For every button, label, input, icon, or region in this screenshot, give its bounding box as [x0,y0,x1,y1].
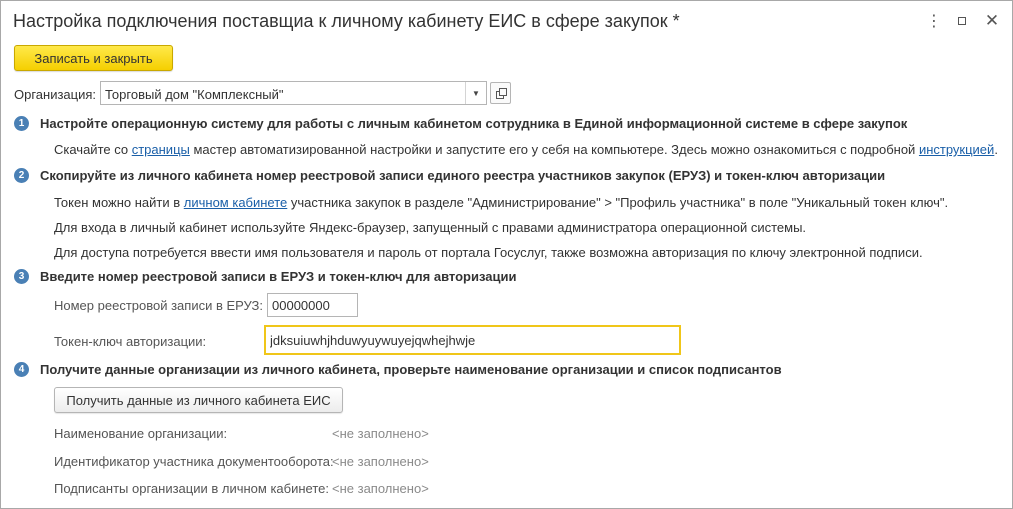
eruz-number-label: Номер реестровой записи в ЕРУЗ: [54,298,263,313]
window-title: Настройка подключения поставщиа к личном… [13,11,680,31]
signers-value[interactable]: <не заполнено> [332,481,429,496]
step-3-title: Введите номер реестровой записи в ЕРУЗ и… [40,269,517,284]
step-1-text-part: . [994,142,998,157]
more-icon[interactable]: ⋮ [923,10,945,32]
step-3-badge: 3 [14,269,29,284]
chevron-down-icon[interactable]: ▼ [465,82,486,104]
step-4-badge: 4 [14,362,29,377]
instruction-link[interactable]: инструкцией [919,142,994,157]
step-1-badge: 1 [14,116,29,131]
participant-id-value[interactable]: <не заполнено> [332,454,429,469]
step-2-text-part: Токен можно найти в [54,195,184,210]
close-icon[interactable]: ✕ [981,10,1003,32]
organization-value: Торговый дом "Комплексный" [105,87,284,102]
org-name-value[interactable]: <не заполнено> [332,426,429,441]
eruz-number-input[interactable] [267,293,358,317]
settings-window: Настройка подключения поставщиа к личном… [0,0,1013,509]
maximize-icon[interactable] [951,10,973,32]
step-2-text-part: участника закупок в разделе "Администрир… [287,195,949,210]
token-key-input[interactable] [264,325,681,355]
step-1-text: Скачайте со страницы мастер автоматизиро… [54,142,998,157]
org-name-label: Наименование организации: [54,426,228,441]
step-2-title: Скопируйте из личного кабинета номер рее… [40,168,886,183]
step-2-badge: 2 [14,168,29,183]
step-4-title: Получите данные организации из личного к… [40,362,782,377]
open-window-icon [495,88,507,99]
title-bar: Настройка подключения поставщиа к личном… [1,1,1012,41]
fetch-data-button[interactable]: Получить данные из личного кабинета ЕИС [54,387,343,413]
participant-id-label: Идентификатор участника документооборота… [54,454,334,469]
step-1-title: Настройте операционную систему для работ… [40,116,908,131]
organization-label: Организация: [14,87,97,102]
step-1-text-part: Скачайте со [54,142,132,157]
step-2-text: Токен можно найти в личном кабинете учас… [54,195,948,210]
step-2-auth-note: Для доступа потребуется ввести имя польз… [54,245,923,260]
signers-label: Подписанты организации в личном кабинете… [54,481,329,496]
step-2-browser-note: Для входа в личный кабинет используйте Я… [54,220,807,235]
download-page-link[interactable]: страницы [132,142,190,157]
save-and-close-button[interactable]: Записать и закрыть [14,45,173,71]
token-key-label: Токен-ключ авторизации: [54,334,207,349]
step-1-text-part: мастер автоматизированной настройки и за… [189,142,919,157]
personal-cabinet-link[interactable]: личном кабинете [184,195,288,210]
organization-field[interactable]: Торговый дом "Комплексный" ▼ [100,81,487,105]
open-organization-button[interactable] [490,82,511,104]
